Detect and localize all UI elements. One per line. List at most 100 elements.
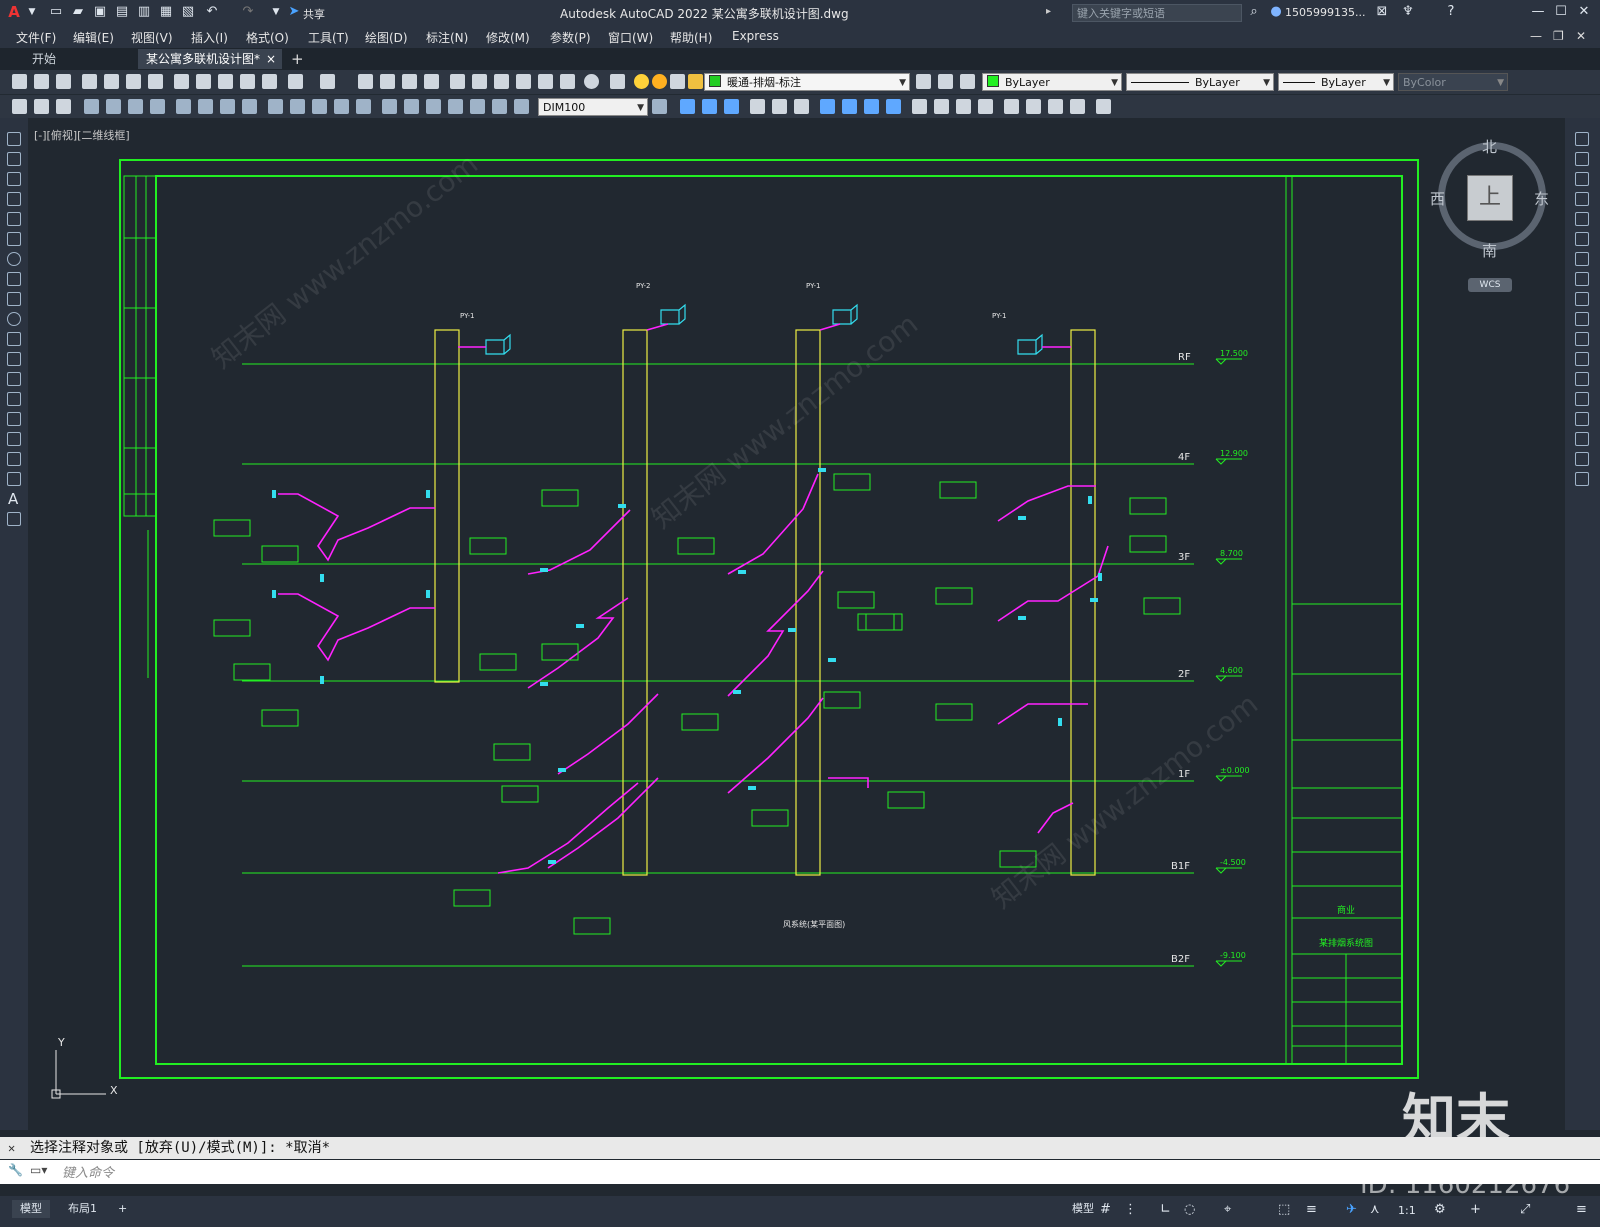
spline-icon[interactable]	[7, 292, 21, 306]
zoom-window-icon[interactable]	[402, 74, 417, 89]
dim-text-edit-icon[interactable]	[426, 99, 441, 114]
solid-box-icon[interactable]	[680, 99, 695, 114]
search-input[interactable]: 键入关键字或短语	[1072, 4, 1242, 22]
subtract-icon[interactable]	[772, 99, 787, 114]
lineweight-dropdown[interactable]: ByLayer ▼	[1278, 73, 1394, 91]
tab-close-icon[interactable]: ×	[266, 49, 276, 69]
layer-viewport-icon[interactable]	[670, 74, 685, 89]
blend-icon[interactable]	[1575, 452, 1589, 466]
undo-tb-icon[interactable]	[288, 74, 303, 89]
table-icon[interactable]	[7, 472, 21, 486]
mirror-icon[interactable]	[1575, 172, 1589, 186]
tab-start[interactable]: 开始	[8, 49, 136, 69]
properties-icon[interactable]	[450, 74, 465, 89]
extend-icon[interactable]	[1575, 332, 1589, 346]
ortho-icon[interactable]: ∟	[1160, 1202, 1171, 1217]
share-icon[interactable]: ➤	[286, 4, 302, 20]
autodesk-a360-icon[interactable]: ♆	[1400, 4, 1416, 20]
layer-previous-icon[interactable]	[938, 74, 953, 89]
trim-icon[interactable]	[1575, 312, 1589, 326]
dim-edit-icon[interactable]	[404, 99, 419, 114]
model-space-button[interactable]: 模型	[1064, 1200, 1102, 1218]
copy-object-icon[interactable]	[1575, 152, 1589, 166]
drawing-canvas[interactable]: 商业 某排烟系统图 RF 4F 3F 2F 1F B1F B2F 17.500 …	[28, 118, 1565, 1130]
ellipse-arc-icon[interactable]	[7, 332, 21, 346]
dim-linear-icon[interactable]	[12, 99, 27, 114]
menu-insert[interactable]: 插入(I)	[191, 29, 228, 46]
customize-menu-icon[interactable]: ≡	[1576, 1202, 1587, 1217]
separate-icon[interactable]	[1070, 99, 1085, 114]
dim-update-icon[interactable]	[448, 99, 463, 114]
paste-icon[interactable]	[218, 74, 233, 89]
viewport-controls[interactable]: [-][俯视][二维线框]	[34, 127, 130, 143]
3dprint-icon[interactable]	[148, 74, 163, 89]
dim-style-icon[interactable]	[470, 99, 485, 114]
layer-thaw-sun-icon[interactable]	[652, 74, 667, 89]
viewcube-east[interactable]: 东	[1534, 188, 1549, 209]
region-icon[interactable]	[7, 452, 21, 466]
menu-file[interactable]: 文件(F)	[16, 29, 56, 46]
construction-line-icon[interactable]	[7, 152, 21, 166]
wrench-icon[interactable]: 🔧	[8, 1163, 23, 1177]
layer-lock-icon[interactable]	[688, 74, 703, 89]
hatch-icon[interactable]	[7, 412, 21, 426]
menu-express[interactable]: Express	[732, 29, 779, 43]
selection-cycling-icon[interactable]: ⬚	[1278, 1202, 1290, 1217]
open-folder-icon[interactable]: ▰	[70, 4, 86, 20]
fullscreen-icon[interactable]: ⤢	[1520, 1202, 1530, 1217]
annotation-visibility-icon[interactable]: ✈	[1346, 1202, 1357, 1217]
copy-icon[interactable]	[196, 74, 211, 89]
help-icon[interactable]: ?	[1443, 4, 1459, 20]
grid-icon[interactable]: #	[1100, 1202, 1111, 1217]
join-icon[interactable]	[1575, 392, 1589, 406]
plotstyle-dropdown[interactable]: ByColor ▼	[1398, 73, 1508, 91]
snap-icon[interactable]: ⋮	[1124, 1202, 1137, 1217]
tab-model[interactable]: 模型	[12, 1200, 50, 1218]
sheet-set-icon[interactable]	[516, 74, 531, 89]
qnew-icon[interactable]	[12, 74, 27, 89]
dim-ordinate-icon[interactable]	[84, 99, 99, 114]
menu-window[interactable]: 窗口(W)	[608, 29, 653, 46]
3d-move-icon[interactable]	[912, 99, 927, 114]
osnap-icon[interactable]: ⌖	[1224, 1202, 1231, 1217]
color-dropdown[interactable]: ByLayer ▼	[982, 73, 1122, 91]
command-line[interactable]: 🔧 ▭▾ 键入命令	[0, 1160, 1600, 1184]
section-icon[interactable]	[842, 99, 857, 114]
cut-icon[interactable]	[174, 74, 189, 89]
undo-icon[interactable]: ↶	[204, 4, 220, 20]
tool-palettes-icon[interactable]	[494, 74, 509, 89]
revcloud-icon[interactable]	[7, 272, 21, 286]
workspace-gear-icon[interactable]: ⚙	[1434, 1202, 1446, 1217]
dim-aligned-icon[interactable]	[34, 99, 49, 114]
tab-drawing[interactable]: 某公寓多联机设计图* ×	[138, 49, 282, 69]
dimstyle-dropdown[interactable]: DIM100 ▼	[538, 98, 648, 116]
scale-value[interactable]: 1:1	[1398, 1204, 1416, 1217]
save-as-icon[interactable]: ▤	[114, 4, 130, 20]
menu-tools[interactable]: 工具(T)	[308, 29, 349, 46]
save-icon[interactable]: ▣	[92, 4, 108, 20]
open-web-icon[interactable]: ▥	[136, 4, 152, 20]
3d-mirror-icon[interactable]	[956, 99, 971, 114]
close-icon[interactable]: ✕	[1576, 4, 1592, 20]
new-tab-button[interactable]: +	[291, 50, 304, 68]
help-tb-icon[interactable]	[584, 74, 599, 89]
layer-on-bulb-icon[interactable]	[634, 74, 649, 89]
menu-edit[interactable]: 编辑(E)	[73, 29, 114, 46]
3d-rotate-icon[interactable]	[934, 99, 949, 114]
layer-state-icon[interactable]	[960, 74, 975, 89]
fillet-icon[interactable]	[1575, 432, 1589, 446]
calculator-icon[interactable]	[560, 74, 575, 89]
mtext-icon[interactable]: A	[8, 490, 18, 508]
preview-icon[interactable]	[104, 74, 119, 89]
dim-angular-icon[interactable]	[176, 99, 191, 114]
inspection-icon[interactable]	[356, 99, 371, 114]
plot-icon[interactable]: ▧	[180, 4, 196, 20]
dim-style-manager-icon[interactable]	[652, 99, 667, 114]
command-input[interactable]: 键入命令	[62, 1162, 114, 1181]
polar-icon[interactable]: ◌	[1184, 1202, 1195, 1217]
break-icon[interactable]	[1575, 372, 1589, 386]
menu-format[interactable]: 格式(O)	[246, 29, 289, 46]
tolerance-icon[interactable]	[312, 99, 327, 114]
search-icon[interactable]: ⌕	[1246, 4, 1262, 20]
wcs-menu-button[interactable]: WCS	[1468, 278, 1512, 292]
